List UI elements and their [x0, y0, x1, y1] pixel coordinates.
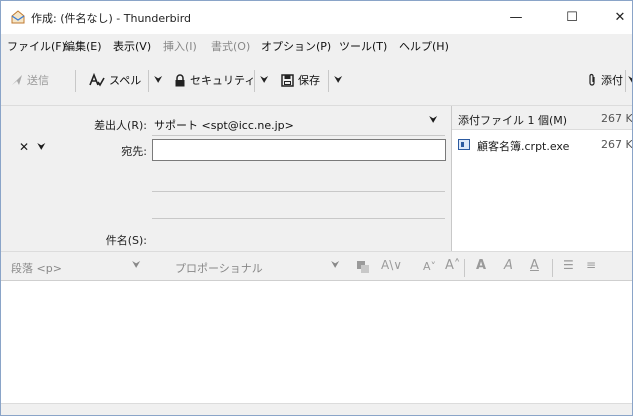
- subject-field[interactable]: [152, 241, 446, 251]
- executable-file-icon: [458, 139, 470, 150]
- subject-label: 件名(S):: [105, 234, 147, 247]
- attach-label: 添付: [601, 74, 623, 87]
- chevron-down-icon: ⮟: [132, 260, 141, 271]
- chevron-down-icon: ⮟: [628, 75, 632, 86]
- paperclip-icon: [589, 73, 595, 86]
- menu-bar: ファイル(F) 編集(E) 表示(V) 挿入(I) 書式(O) オプション(P)…: [1, 34, 632, 56]
- menu-tools[interactable]: ツール(T): [339, 38, 387, 54]
- divider: [152, 135, 445, 136]
- attachment-total-size: 267 KB: [601, 112, 633, 125]
- to-label: 宛先:: [121, 145, 147, 158]
- remove-recipient-icon[interactable]: ✕: [19, 140, 29, 154]
- paragraph-format-select[interactable]: 段落 <p>: [11, 260, 62, 276]
- larger-text-icon[interactable]: A˄: [445, 258, 460, 273]
- security-dropdown[interactable]: ⮟: [260, 68, 269, 92]
- chevron-down-icon: ⮟: [260, 74, 269, 86]
- toolbar-separator: [552, 259, 553, 277]
- chevron-down-icon: ⮟: [154, 74, 163, 86]
- save-dropdown[interactable]: ⮟: [334, 68, 343, 92]
- from-label: 差出人(R):: [94, 119, 147, 132]
- attach-dropdown[interactable]: ⮟: [628, 68, 632, 92]
- send-icon: [12, 75, 22, 85]
- compose-toolbar: 送信 スペル ⮟ セキュリティ ⮟ 保存 ⮟ 添付: [1, 56, 632, 106]
- attachment-size: 267 KB: [601, 138, 633, 151]
- menu-options[interactable]: オプション(P): [261, 38, 331, 54]
- compose-window: 作成: (件名なし) - Thunderbird — ☐ ✕ ファイル(F) 編…: [0, 0, 633, 416]
- menu-help[interactable]: ヘルプ(H): [399, 38, 449, 54]
- status-bar: [1, 403, 632, 415]
- menu-edit[interactable]: 編集(E): [64, 38, 102, 54]
- toolbar-separator: [75, 70, 76, 92]
- save-button[interactable]: 保存: [281, 68, 320, 92]
- text-color-icon[interactable]: [356, 260, 370, 274]
- menu-insert[interactable]: 挿入(I): [163, 38, 197, 54]
- toolbar-separator: [254, 70, 255, 92]
- format-toolbar: 段落 <p> ⮟ プロポーショナル ⮟ A\∨ A˅ A˄ A A A ☰ ≡: [1, 251, 632, 281]
- text-size-menu-icon[interactable]: A\∨: [381, 258, 402, 272]
- attach-button[interactable]: 添付: [587, 68, 623, 92]
- chevron-down-icon: ⮟: [334, 74, 343, 86]
- lock-icon: [175, 73, 185, 86]
- save-icon: [281, 73, 294, 87]
- security-label: セキュリティ: [190, 74, 256, 87]
- spell-button[interactable]: スペル: [89, 68, 141, 92]
- close-button[interactable]: ✕: [605, 7, 632, 29]
- spell-label: スペル: [109, 74, 142, 87]
- thunderbird-compose-icon: [11, 10, 25, 24]
- send-button[interactable]: 送信: [11, 68, 49, 92]
- save-label: 保存: [298, 74, 320, 87]
- spell-dropdown[interactable]: ⮟: [154, 68, 163, 92]
- italic-icon[interactable]: A: [504, 258, 513, 273]
- address-row-line: [152, 218, 445, 219]
- numbered-list-icon[interactable]: ≡: [586, 258, 596, 272]
- attachment-item[interactable]: 顧客名簿.crpt.exe 267 KB: [452, 136, 633, 154]
- attachment-header[interactable]: 添付ファイル 1 個(M) 267 KB: [452, 106, 633, 130]
- minimize-button[interactable]: —: [501, 7, 531, 29]
- underline-icon[interactable]: A: [530, 258, 539, 273]
- menu-view[interactable]: 表示(V): [113, 38, 151, 54]
- chevron-down-icon: ⮟: [37, 141, 46, 153]
- smaller-text-icon[interactable]: A˅: [423, 260, 436, 273]
- attachment-count: 添付ファイル 1 個(M): [458, 114, 568, 127]
- bold-icon[interactable]: A: [476, 258, 486, 273]
- toolbar-separator: [464, 259, 465, 277]
- message-body-editor[interactable]: [1, 281, 632, 403]
- bullet-list-icon[interactable]: ☰: [563, 258, 574, 272]
- recipient-type-select[interactable]: ✕ ⮟: [19, 140, 46, 154]
- font-select[interactable]: プロポーショナル: [175, 260, 263, 276]
- chevron-down-icon: ⮟: [331, 260, 340, 271]
- security-button[interactable]: セキュリティ: [174, 68, 255, 92]
- toolbar-separator: [148, 70, 149, 92]
- from-select[interactable]: サポート <spt@icc.ne.jp>: [154, 117, 294, 133]
- message-header: 差出人(R): サポート <spt@icc.ne.jp> ⮟ ✕ ⮟ 宛先: 件…: [1, 106, 451, 251]
- attachment-pane: 添付ファイル 1 個(M) 267 KB 顧客名簿.crpt.exe 267 K…: [451, 106, 633, 251]
- menu-file[interactable]: ファイル(F): [7, 38, 66, 54]
- send-label: 送信: [27, 74, 49, 87]
- toolbar-separator: [328, 70, 329, 92]
- chevron-down-icon[interactable]: ⮟: [429, 115, 438, 126]
- maximize-button[interactable]: ☐: [557, 7, 587, 29]
- address-row-line: [152, 191, 445, 192]
- attachment-name: 顧客名簿.crpt.exe: [477, 140, 570, 153]
- spellcheck-icon: [89, 73, 105, 87]
- menu-format[interactable]: 書式(O): [211, 38, 250, 54]
- toolbar-separator: [625, 70, 626, 92]
- title-bar: 作成: (件名なし) - Thunderbird — ☐ ✕: [1, 1, 632, 34]
- window-title: 作成: (件名なし) - Thunderbird: [31, 12, 192, 25]
- to-field[interactable]: [152, 139, 446, 161]
